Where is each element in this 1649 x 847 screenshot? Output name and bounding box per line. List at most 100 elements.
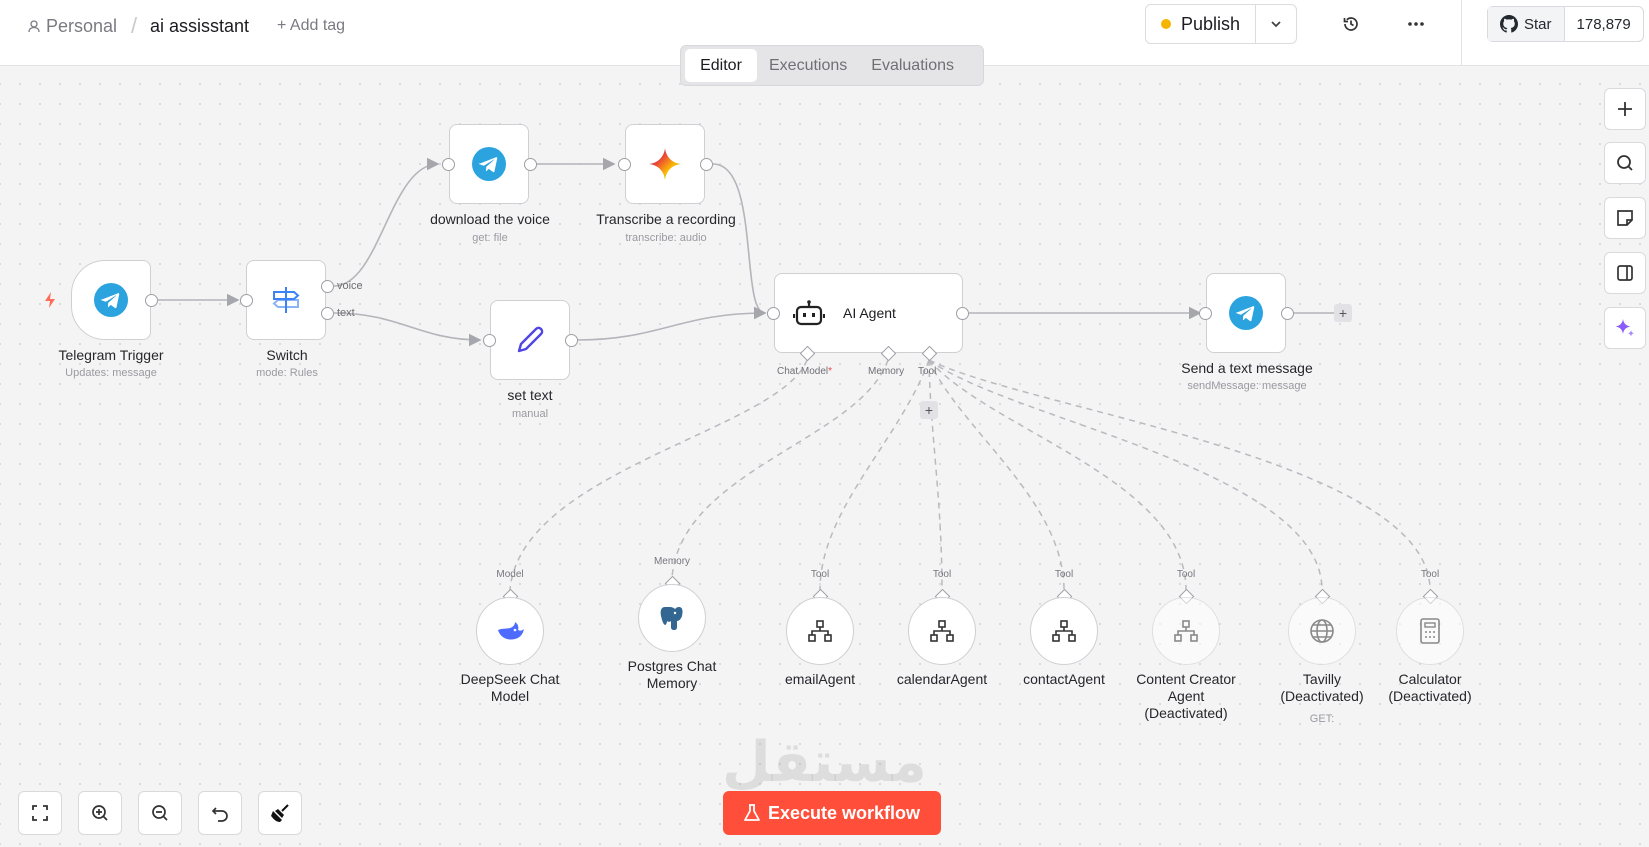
- broom-icon: [271, 804, 289, 822]
- port-label-memory: Memory: [868, 366, 905, 377]
- sitemap-icon: [930, 620, 954, 642]
- output-port[interactable]: [145, 294, 158, 307]
- output-port[interactable]: [524, 158, 537, 171]
- undo-button[interactable]: [198, 791, 242, 835]
- node-deepseek-model[interactable]: [476, 597, 544, 665]
- input-port[interactable]: [240, 294, 253, 307]
- signpost-icon: [272, 287, 300, 313]
- telegram-icon: [1229, 296, 1263, 330]
- port-label-chat-model: Chat Model*: [777, 366, 833, 377]
- port-label-tool: Tool: [918, 366, 937, 377]
- node-subtitle: mode: Rules: [256, 367, 318, 379]
- node-transcribe[interactable]: [625, 124, 705, 204]
- execute-label: Execute workflow: [767, 802, 921, 823]
- sub-node-caption: Memory: [653, 556, 691, 567]
- node-label: Content Creator Agent (Deactivated): [1136, 671, 1236, 721]
- sub-node-caption: Tool: [1176, 569, 1196, 580]
- node-label: Transcribe a recording: [596, 211, 736, 227]
- node-label: AI Agent: [843, 305, 896, 321]
- output-port[interactable]: [565, 334, 578, 347]
- node-ai-agent[interactable]: AI Agent: [774, 273, 963, 353]
- node-label: contactAgent: [1023, 671, 1105, 687]
- node-switch[interactable]: [246, 260, 326, 340]
- input-port[interactable]: [483, 334, 496, 347]
- node-postgres-memory[interactable]: [638, 584, 706, 652]
- input-port[interactable]: [618, 158, 631, 171]
- node-label: download the voice: [430, 211, 550, 227]
- edge-memory: [671, 359, 889, 579]
- node-label: emailAgent: [784, 671, 856, 687]
- undo-icon: [211, 807, 228, 822]
- port-label-voice: voice: [337, 280, 363, 292]
- globe-icon: [1310, 619, 1334, 643]
- input-port[interactable]: [1199, 307, 1212, 320]
- node-label: Telegram Trigger: [58, 347, 164, 363]
- execute-workflow-button[interactable]: Execute workflow: [723, 791, 941, 835]
- zoom-out-icon: [152, 805, 168, 821]
- search-icon: [1617, 155, 1633, 171]
- ai-assistant-button[interactable]: [1604, 307, 1646, 349]
- telegram-icon: [472, 147, 506, 181]
- pencil-icon: [517, 326, 544, 353]
- edge-switch-voice: [333, 157, 440, 287]
- fit-view-button[interactable]: [18, 791, 62, 835]
- node-set-text[interactable]: [490, 300, 570, 380]
- robot-icon: [793, 300, 825, 326]
- node-calculator[interactable]: [1396, 597, 1464, 665]
- add-tool-button[interactable]: +: [920, 401, 938, 419]
- sub-node-caption: Tool: [1420, 569, 1440, 580]
- edge-settext-agent: [576, 306, 767, 341]
- search-nodes-button[interactable]: [1604, 142, 1646, 184]
- node-tavilly[interactable]: [1288, 597, 1356, 665]
- sticky-note-button[interactable]: [1604, 197, 1646, 239]
- edge-tool-contact: [928, 359, 1065, 591]
- node-send-message[interactable]: [1206, 273, 1286, 353]
- zoom-in-icon: [92, 805, 108, 821]
- node-calendar-agent[interactable]: [908, 597, 976, 665]
- node-content-creator-agent[interactable]: [1152, 597, 1220, 665]
- node-subtitle: manual: [511, 408, 549, 420]
- node-label: Calculator (Deactivated): [1388, 671, 1472, 704]
- node-email-agent[interactable]: [786, 597, 854, 665]
- edge-switch-text: [333, 312, 482, 347]
- edge-tool-calendar: [928, 359, 943, 591]
- sparkles-icon: [1615, 319, 1635, 337]
- postgres-elephant-icon: [660, 607, 683, 630]
- node-label: Postgres Chat Memory: [627, 658, 717, 691]
- output-port-text[interactable]: [321, 307, 334, 320]
- node-label: calendarAgent: [896, 671, 988, 687]
- calculator-icon: [1420, 618, 1440, 644]
- sub-node-caption: Tool: [932, 569, 952, 580]
- node-subtitle: Updates: message: [65, 367, 157, 379]
- node-label: Tavilly (Deactivated): [1280, 671, 1364, 704]
- gemini-sparkle-icon: [649, 148, 681, 180]
- node-label: Send a text message: [1181, 360, 1313, 376]
- maximize-icon: [32, 805, 48, 821]
- workflow-connections: [158, 157, 1431, 591]
- toggle-panel-button[interactable]: [1604, 252, 1646, 294]
- input-port[interactable]: [767, 307, 780, 320]
- node-label: set text: [507, 387, 553, 403]
- telegram-icon: [94, 283, 128, 317]
- edge-tool-tavilly: [928, 359, 1323, 591]
- output-port[interactable]: [700, 158, 713, 171]
- node-subtitle: sendMessage: message: [1187, 380, 1307, 392]
- node-contact-agent[interactable]: [1030, 597, 1098, 665]
- input-port[interactable]: [442, 158, 455, 171]
- zoom-in-button[interactable]: [78, 791, 122, 835]
- add-node-panel-button[interactable]: [1604, 88, 1646, 130]
- plus-icon: [1618, 102, 1632, 116]
- zoom-out-button[interactable]: [138, 791, 182, 835]
- node-subtitle: transcribe: audio: [625, 232, 707, 244]
- add-node-button[interactable]: +: [1334, 304, 1352, 322]
- output-port[interactable]: [956, 307, 969, 320]
- panel-right-icon: [1617, 265, 1633, 281]
- sitemap-icon: [1052, 620, 1076, 642]
- trigger-bolt-icon: [43, 291, 57, 314]
- node-download-voice[interactable]: [449, 124, 529, 204]
- flask-icon: [744, 804, 760, 821]
- tidy-up-button[interactable]: [258, 791, 302, 835]
- node-telegram-trigger[interactable]: [71, 260, 151, 340]
- output-port[interactable]: [1281, 307, 1294, 320]
- output-port-voice[interactable]: [321, 280, 334, 293]
